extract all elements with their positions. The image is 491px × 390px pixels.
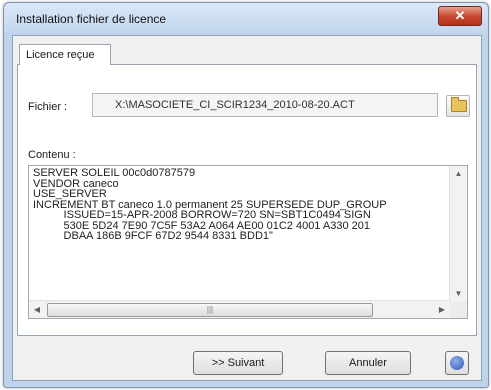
dialog-body: Licence reçue Fichier : X:\MASOCIETE_CI_… [12,35,482,381]
browse-button[interactable] [446,95,470,117]
folder-icon [451,97,467,112]
license-dialog: Installation fichier de licence ✕ Licenc… [3,2,489,388]
scroll-right-icon[interactable]: ▶ [434,301,450,318]
horizontal-scrollbar[interactable]: ◀ ||| ▶ [29,300,450,318]
horizontal-scroll-thumb[interactable]: ||| [47,303,373,317]
scroll-left-icon[interactable]: ◀ [29,301,45,318]
file-label: Fichier : [28,101,68,113]
tab-label: Licence reçue [26,49,95,61]
window-title: Installation fichier de licence [16,12,167,26]
title-bar[interactable]: Installation fichier de licence ✕ [4,3,488,33]
scrollbar-corner [450,301,467,318]
next-button[interactable]: >> Suivant [193,351,283,375]
help-button[interactable] [445,351,469,375]
scroll-down-icon[interactable]: ▼ [450,286,467,302]
file-path-value: X:\MASOCIETE_CI_SCIR1234_2010-08-20.ACT [115,99,355,111]
close-button[interactable]: ✕ [438,6,482,26]
tab-panel: Fichier : X:\MASOCIETE_CI_SCIR1234_2010-… [17,64,477,336]
tab-licence-recue[interactable]: Licence reçue [19,44,111,65]
close-icon: ✕ [454,8,466,23]
content-label: Contenu : [28,149,76,161]
cancel-button[interactable]: Annuler [325,351,411,375]
license-content-text: SERVER SOLEIL 00c0d0787579 VENDOR caneco… [33,168,387,242]
help-icon [450,356,464,370]
scroll-up-icon[interactable]: ▲ [450,166,467,182]
vertical-scrollbar[interactable]: ▲ ▼ [449,166,467,302]
file-path-field[interactable]: X:\MASOCIETE_CI_SCIR1234_2010-08-20.ACT [92,93,438,117]
license-content-textarea[interactable]: SERVER SOLEIL 00c0d0787579 VENDOR caneco… [28,165,468,319]
